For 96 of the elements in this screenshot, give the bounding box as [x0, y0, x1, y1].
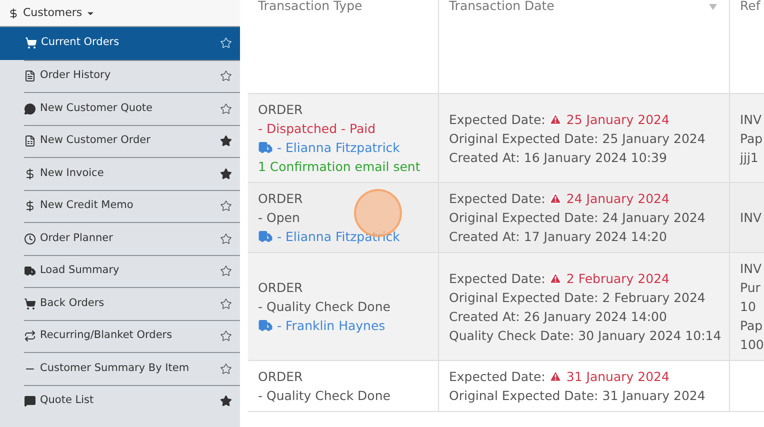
sidebar-item-label: Customer Summary By Item [40, 360, 190, 376]
date-value: 31 January 2024 [566, 368, 670, 386]
reference-text: 10 [740, 298, 757, 316]
date-value: 25 January 2024 [602, 130, 706, 148]
sidebar-item[interactable]: Back Orders [24, 287, 240, 320]
star-icon[interactable] [220, 232, 232, 245]
transaction-type: ORDER [258, 101, 304, 119]
date-label: Original Expected Date: [449, 209, 598, 227]
customers-menu[interactable]: Customers [0, 0, 240, 27]
date-value: 2 February 2024 [566, 270, 670, 288]
sidebar-item[interactable]: Load Summary [24, 254, 240, 287]
dollar-icon [8, 8, 19, 18]
truck-icon [258, 229, 273, 244]
reference-text: jjj1 [740, 148, 760, 166]
reference-text: 100 [740, 336, 764, 354]
sidebar-item[interactable]: Current Orders [0, 27, 240, 60]
reference-text: Pap [740, 130, 764, 148]
sidebar-item-label: Recurring/Blanket Orders [40, 328, 172, 344]
order-status: - Quality Check Done [258, 387, 392, 405]
sidebar-item-label: Quote List [40, 393, 94, 408]
document-icon [24, 135, 36, 148]
reference-text: Pap [740, 317, 764, 335]
star-icon[interactable] [220, 70, 232, 82]
sidebar-item[interactable]: New Customer Quote [24, 92, 240, 124]
sidebar-item-label: New Customer Order [40, 133, 150, 148]
repeat-icon [24, 330, 36, 342]
dollar-icon [24, 200, 36, 212]
star-icon[interactable] [220, 330, 232, 342]
speech-bubble-icon [24, 102, 36, 115]
column-header[interactable]: Transaction Type [248, 0, 438, 93]
dollar-icon [24, 168, 36, 180]
date-label: Quality Check Date: [449, 326, 574, 344]
date-label: Expected Date: [449, 368, 546, 386]
sidebar-item[interactable]: Recurring/Blanket Orders [24, 320, 240, 352]
star-icon[interactable] [220, 265, 232, 278]
date-value: 26 January 2024 14:00 [524, 308, 667, 326]
order-status: - Dispatched - Paid [258, 120, 377, 138]
star-icon[interactable] [220, 200, 232, 212]
reference-text: INV [740, 110, 763, 128]
sidebar-item-label: New Customer Quote [40, 100, 153, 116]
sidebar-item[interactable]: New Invoice [24, 157, 240, 190]
transaction-type: ORDER [258, 190, 304, 208]
date-value: 24 January 2024 [566, 190, 670, 208]
cart-icon [25, 37, 37, 50]
sidebar-item-label: Current Orders [41, 35, 120, 50]
sidebar-item-label: Back Orders [40, 296, 104, 311]
date-label: Expected Date: [449, 110, 546, 128]
speech-bubble-icon [24, 395, 36, 408]
date-label: Created At: [449, 148, 520, 166]
sidebar-item[interactable]: Customer Summary By Item [24, 352, 240, 384]
date-label: Original Expected Date: [449, 130, 598, 148]
sidebar-item[interactable]: Order History [24, 60, 240, 92]
date-label: Created At: [449, 308, 520, 326]
sidebar-item-label: Load Summary [40, 263, 120, 278]
cart-icon [24, 298, 36, 310]
document-icon [24, 70, 36, 82]
email-note: 1 Confirmation email sent [258, 158, 422, 176]
reference-text: INV [740, 260, 763, 278]
reference-text: Pur [740, 279, 762, 297]
sidebar-item[interactable]: New Customer Order [24, 124, 240, 157]
date-label: Created At: [449, 228, 520, 246]
sidebar-item-label: Order History [40, 68, 111, 84]
date-value: 16 January 2024 10:39 [524, 148, 667, 166]
star-icon[interactable] [220, 168, 232, 180]
order-status: - Quality Check Done [258, 298, 392, 316]
date-label: Original Expected Date: [449, 288, 598, 306]
star-icon[interactable] [220, 298, 232, 310]
sidebar-item-label: New Credit Memo [40, 198, 134, 214]
sidebar-item[interactable]: Order Planner [24, 222, 240, 254]
date-value: 24 January 2024 [602, 209, 706, 227]
column-header[interactable]: Transaction Date [438, 0, 729, 93]
sidebar-item-label: Order Planner [40, 230, 113, 246]
date-value: 17 January 2024 14:20 [524, 228, 667, 246]
transaction-type: ORDER [258, 279, 304, 297]
sidebar-item[interactable]: Quote List [24, 384, 240, 417]
sidebar-item[interactable]: New Credit Memo [24, 190, 240, 222]
clock-icon [24, 232, 36, 245]
reference-text: INV [740, 209, 763, 227]
star-icon[interactable] [220, 102, 232, 115]
order-status: - Open [258, 209, 301, 227]
truck-icon [258, 140, 273, 155]
date-label: Expected Date: [449, 270, 546, 288]
column-header[interactable]: Ref [729, 0, 764, 93]
date-value: 2 February 2024 [602, 288, 706, 306]
star-icon[interactable] [220, 135, 232, 148]
date-value: 31 January 2024 [602, 387, 706, 405]
truck-icon [258, 318, 273, 333]
date-value: 30 January 2024 10:14 [578, 326, 722, 344]
date-label: Original Expected Date: [449, 387, 598, 405]
date-value: 25 January 2024 [566, 110, 670, 128]
date-label: Expected Date: [449, 190, 546, 208]
transaction-type: ORDER [258, 368, 304, 386]
star-icon[interactable] [220, 395, 232, 408]
star-icon[interactable] [220, 362, 232, 375]
sidebar-item-label: New Invoice [40, 166, 104, 181]
truck-icon [24, 265, 36, 278]
